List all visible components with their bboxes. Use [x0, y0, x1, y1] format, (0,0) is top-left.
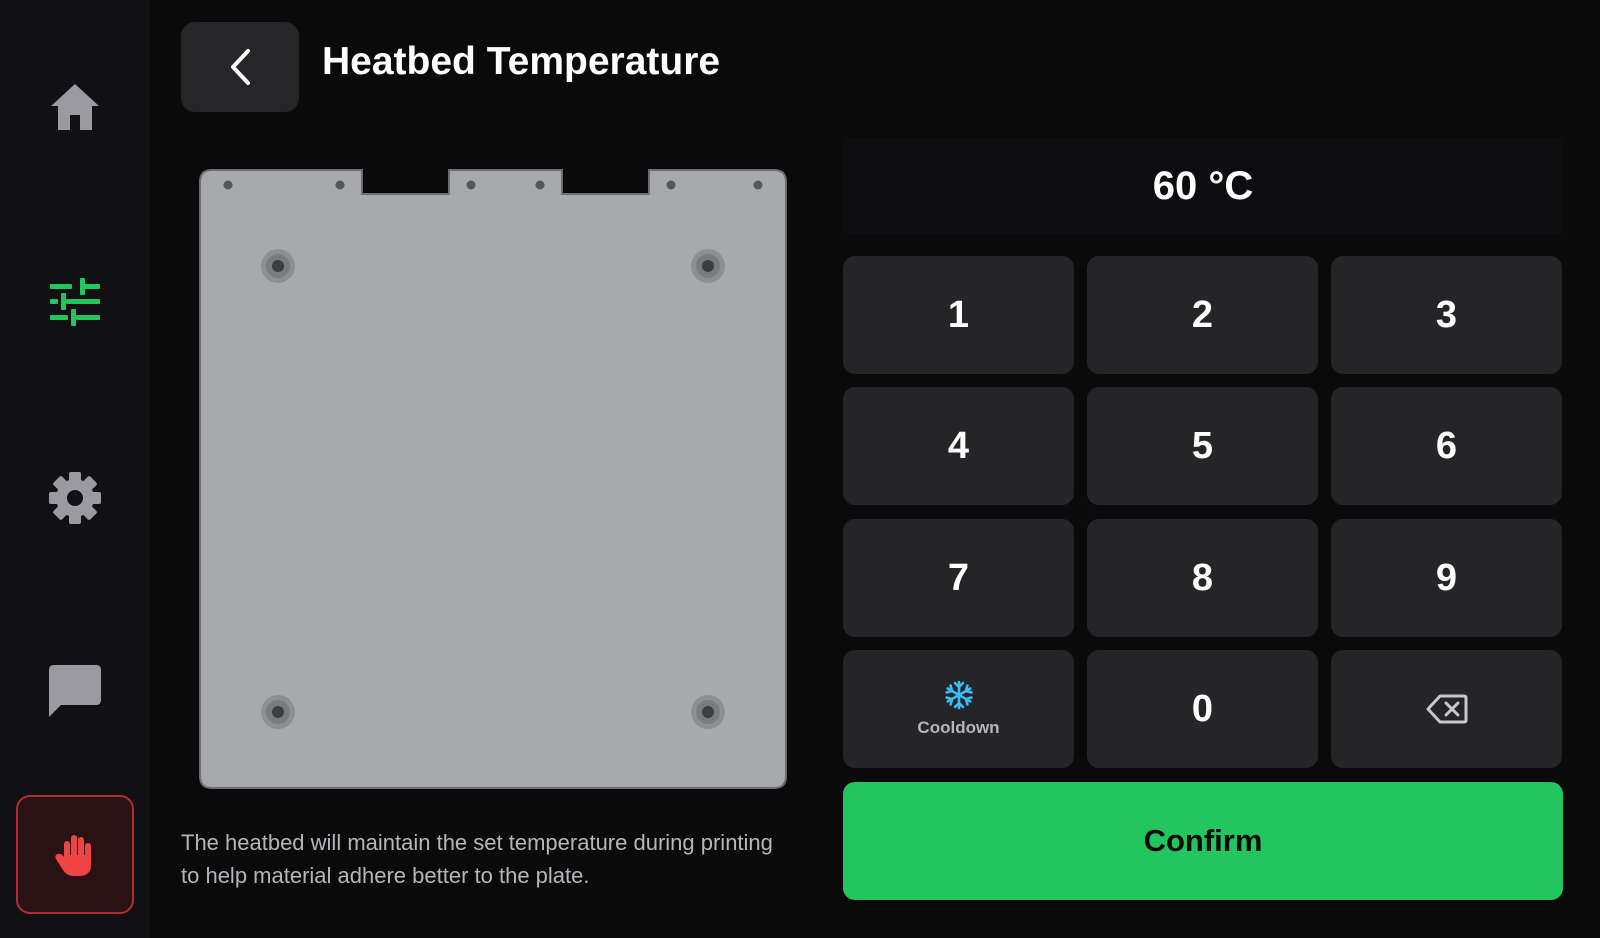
numeric-keypad: 1 2 3 4 5 6 7 8 9 Cooldown 0	[843, 256, 1563, 768]
key-8[interactable]: 8	[1087, 519, 1318, 637]
key-2[interactable]: 2	[1087, 256, 1318, 374]
chat-icon	[49, 665, 101, 717]
chevron-left-icon	[231, 49, 250, 85]
heatbed-illustration	[198, 168, 788, 790]
key-4[interactable]: 4	[843, 387, 1074, 505]
hand-stop-icon	[55, 834, 91, 876]
temperature-display: 60 °C	[843, 138, 1563, 234]
plate-screw-bottom-right	[691, 695, 725, 729]
gear-icon	[49, 472, 101, 524]
key-9[interactable]: 9	[1331, 519, 1562, 637]
sidebar-item-settings[interactable]	[24, 447, 126, 549]
back-button[interactable]	[181, 22, 299, 112]
key-0[interactable]: 0	[1087, 650, 1318, 768]
key-5[interactable]: 5	[1087, 387, 1318, 505]
key-3[interactable]: 3	[1331, 256, 1562, 374]
cooldown-button[interactable]: Cooldown	[843, 650, 1074, 768]
page-title: Heatbed Temperature	[322, 40, 721, 83]
plate-screw-bottom-left	[261, 695, 295, 729]
key-6[interactable]: 6	[1331, 387, 1562, 505]
sidebar-item-controls[interactable]	[24, 251, 126, 353]
emergency-stop-button[interactable]	[16, 795, 134, 914]
description-text: The heatbed will maintain the set temper…	[181, 830, 773, 888]
sidebar-item-home[interactable]	[24, 56, 126, 158]
app-root: Heatbed Temperature The heatbed will mai…	[0, 0, 1600, 938]
backspace-button[interactable]	[1331, 650, 1562, 768]
plate-screw-top-left	[261, 249, 295, 283]
sidebar	[0, 0, 150, 938]
home-icon	[51, 84, 99, 130]
backspace-icon	[1426, 694, 1467, 724]
key-1[interactable]: 1	[843, 256, 1074, 374]
sidebar-item-messages[interactable]	[24, 640, 126, 742]
key-7[interactable]: 7	[843, 519, 1074, 637]
cooldown-label: Cooldown	[917, 718, 1000, 737]
sliders-icon	[50, 278, 100, 326]
snowflake-icon	[944, 680, 973, 710]
confirm-button[interactable]: Confirm	[843, 782, 1563, 900]
plate-screw-top-right	[691, 249, 725, 283]
